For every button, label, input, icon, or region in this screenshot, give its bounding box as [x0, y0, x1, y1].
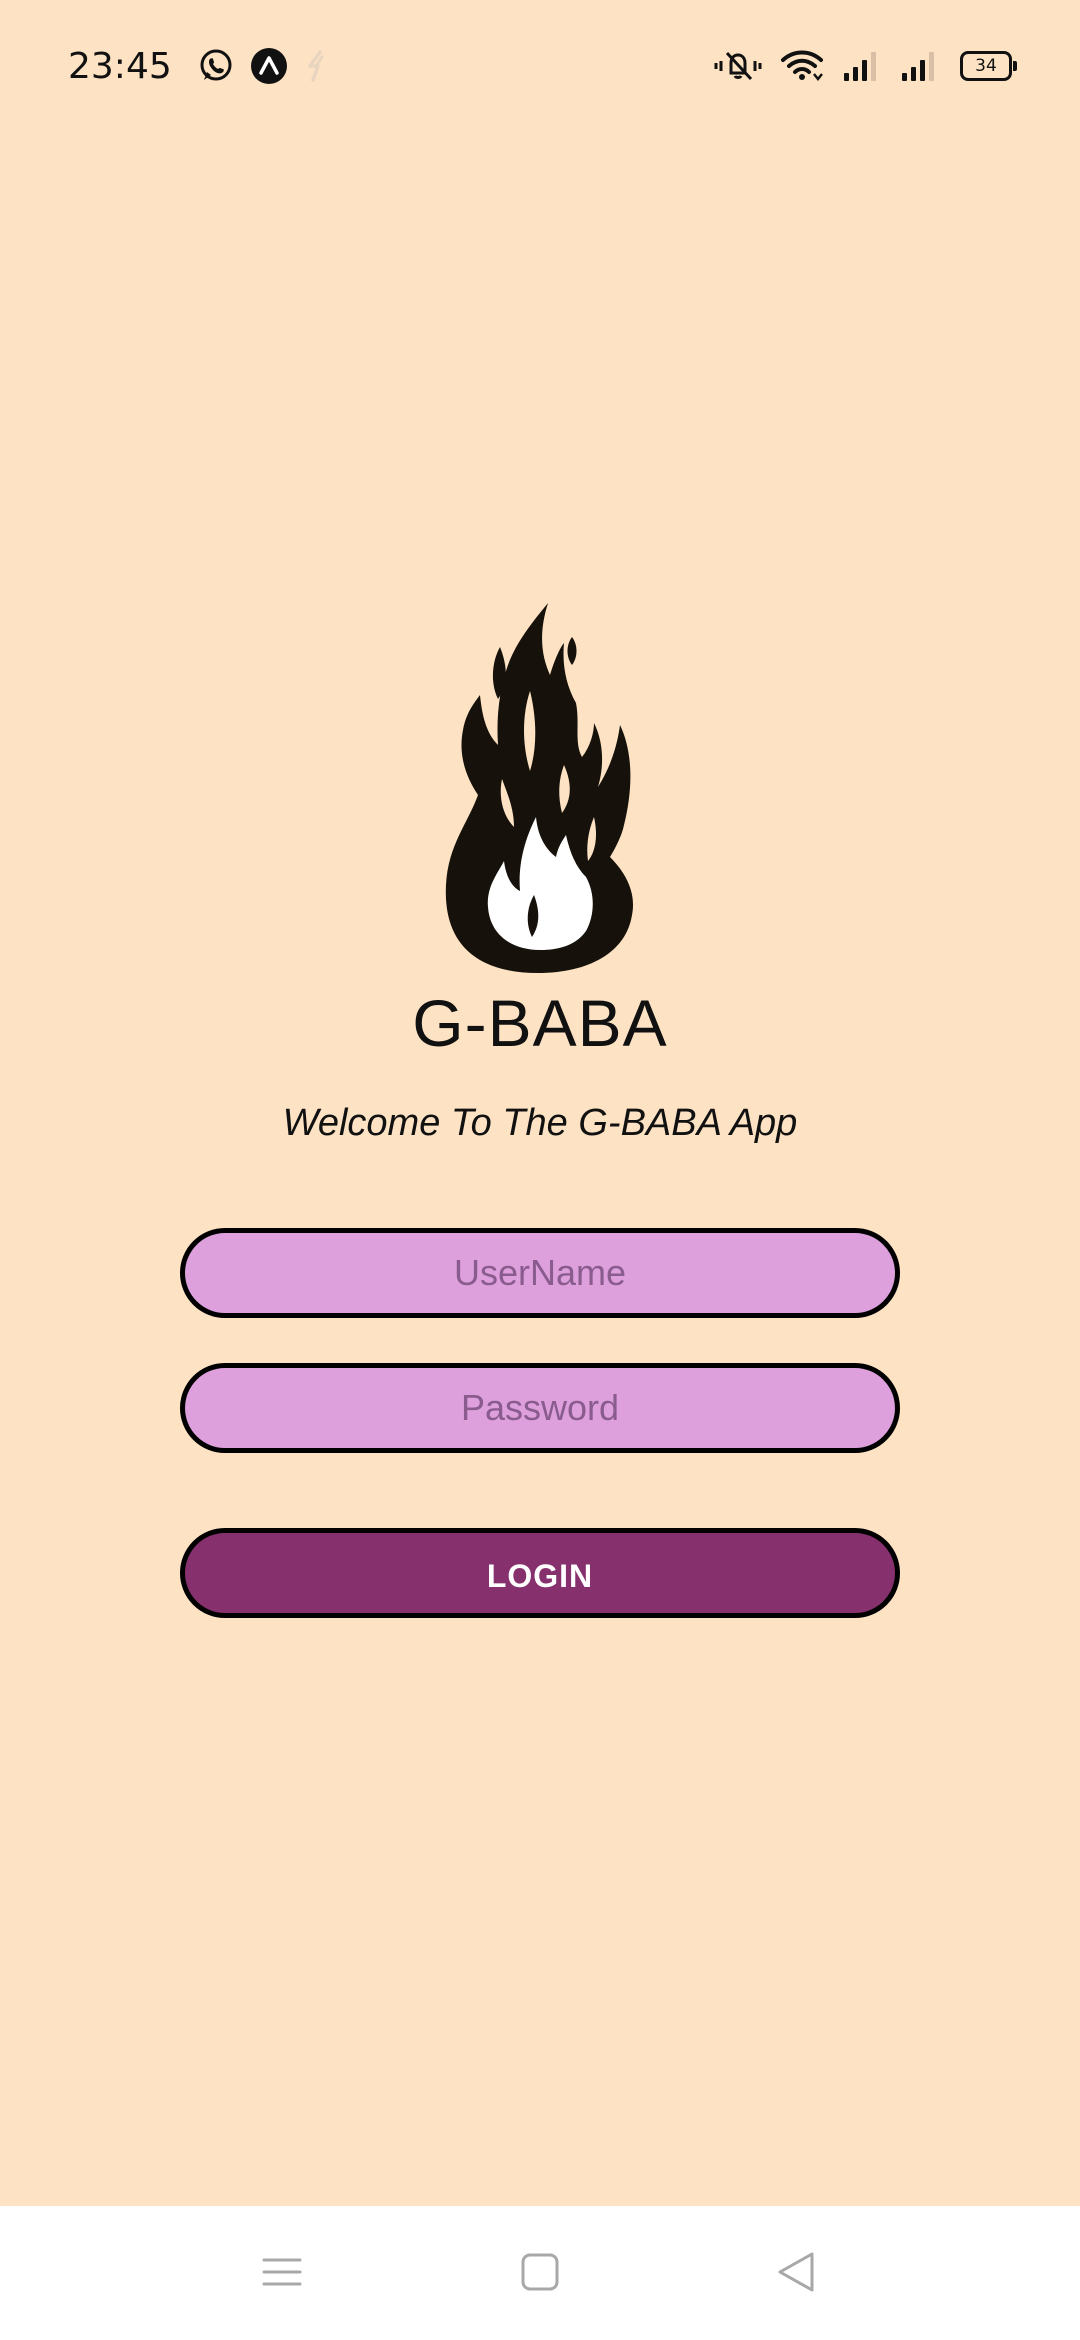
signal-icon	[900, 49, 940, 83]
home-icon[interactable]	[510, 2242, 570, 2302]
login-button[interactable]: LOGIN	[180, 1528, 900, 1618]
back-icon[interactable]	[766, 2242, 826, 2302]
battery-indicator: 34	[960, 51, 1017, 81]
wifi-icon	[780, 48, 824, 84]
app-a-icon	[250, 47, 288, 85]
menu-icon[interactable]	[252, 2242, 312, 2302]
welcome-subtitle: Welcome To The G-BABA App	[282, 1102, 798, 1144]
password-input[interactable]	[180, 1363, 900, 1453]
app-title: G-BABA	[412, 986, 668, 1060]
vibrate-icon	[714, 49, 762, 83]
username-input[interactable]	[180, 1228, 900, 1318]
flame-icon	[438, 595, 642, 975]
status-left: 23:45	[68, 46, 330, 87]
whatsapp-icon	[198, 48, 234, 84]
signal-icon	[842, 49, 882, 83]
status-right: 34	[714, 48, 1017, 84]
status-time: 23:45	[68, 45, 172, 87]
sync-icon	[304, 49, 330, 83]
login-button-label: LOGIN	[486, 1557, 594, 1594]
status-bar: 23:45 34	[0, 0, 1080, 132]
navigation-bar	[0, 2206, 1080, 2340]
